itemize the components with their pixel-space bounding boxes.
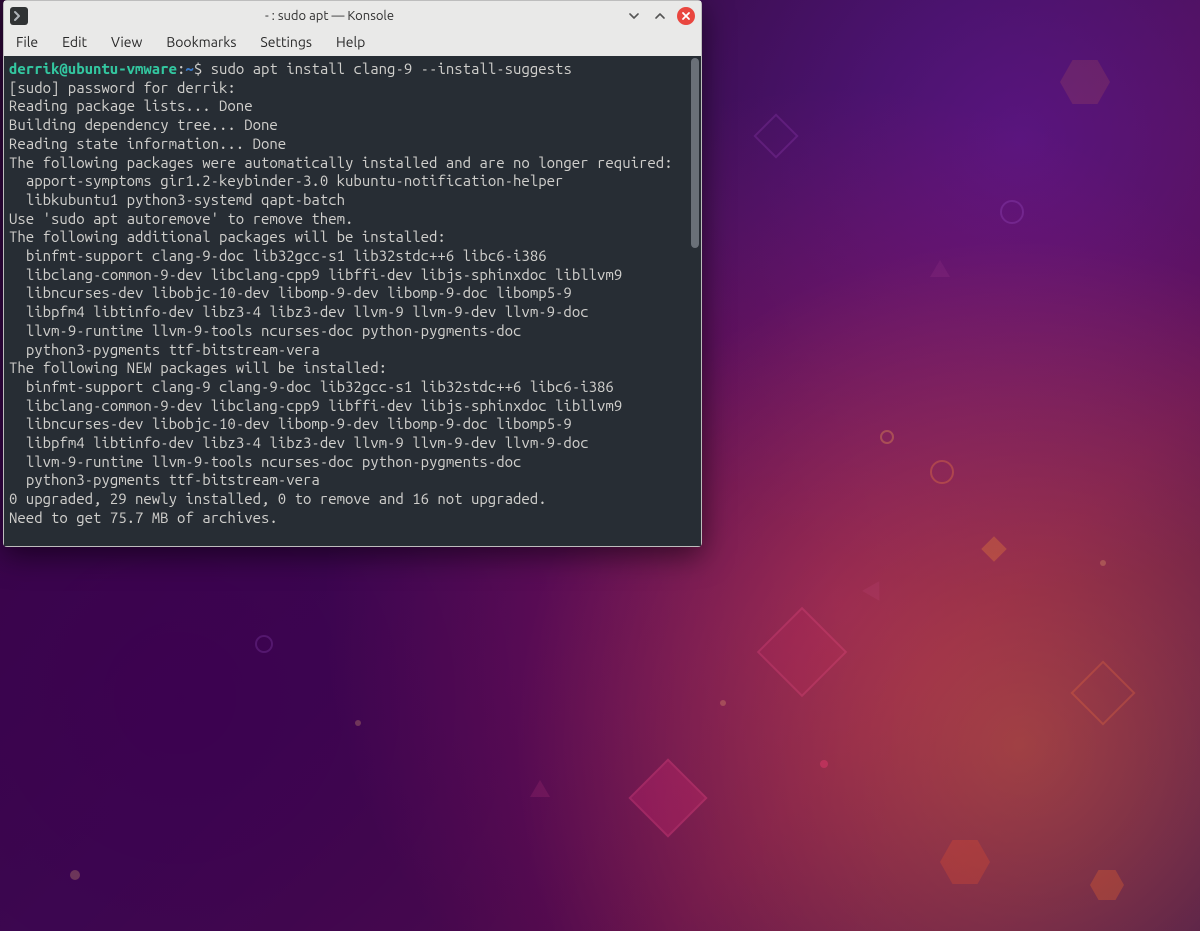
maximize-button[interactable] — [651, 7, 669, 25]
window-title: - : sudo apt — Konsole — [34, 9, 625, 23]
menu-edit[interactable]: Edit — [62, 34, 87, 50]
menu-bookmarks[interactable]: Bookmarks — [166, 34, 236, 50]
titlebar[interactable]: - : sudo apt — Konsole — [4, 1, 701, 30]
minimize-button[interactable] — [625, 7, 643, 25]
menu-file[interactable]: File — [16, 34, 38, 50]
terminal-icon — [10, 7, 28, 25]
menu-help[interactable]: Help — [336, 34, 365, 50]
menu-settings[interactable]: Settings — [260, 34, 312, 50]
menubar: File Edit View Bookmarks Settings Help — [4, 30, 701, 56]
close-button[interactable] — [677, 7, 695, 25]
konsole-window: - : sudo apt — Konsole File Edit View Bo… — [3, 0, 702, 547]
scrollbar-thumb[interactable] — [691, 58, 699, 248]
terminal-output[interactable]: derrik@ubuntu-vmware:~$ sudo apt install… — [4, 56, 701, 546]
menu-view[interactable]: View — [111, 34, 142, 50]
